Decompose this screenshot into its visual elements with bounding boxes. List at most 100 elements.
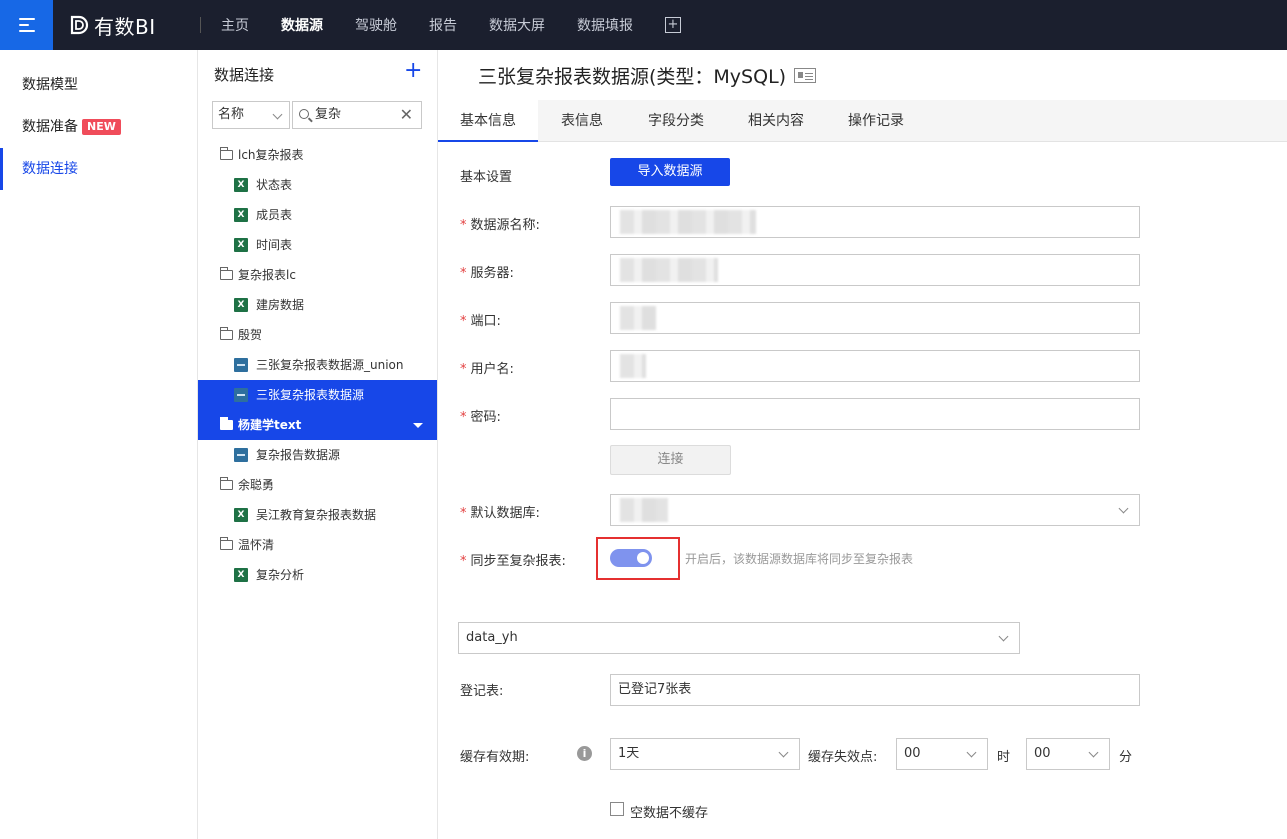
empty-cache-checkbox[interactable] bbox=[610, 802, 624, 816]
folder-icon bbox=[219, 327, 233, 340]
leftnav-data-connection[interactable]: 数据连接 bbox=[0, 148, 197, 190]
tree-item-selected[interactable]: 三张复杂报表数据源 bbox=[198, 380, 437, 410]
filter-select[interactable]: 名称 bbox=[212, 101, 290, 129]
minute-select[interactable]: 00 bbox=[1026, 738, 1110, 770]
tree-search-input[interactable]: 复杂 ✕ bbox=[292, 101, 422, 129]
tree-item[interactable]: X 吴江教育复杂报表数据 bbox=[198, 500, 437, 530]
nav-cockpit[interactable]: 驾驶舱 bbox=[355, 15, 397, 35]
default-db-select[interactable] bbox=[610, 494, 1140, 526]
logo[interactable]: 有数BI bbox=[68, 12, 156, 39]
tree-label: 成员表 bbox=[256, 208, 293, 222]
label-text: 数据源名称: bbox=[470, 218, 540, 233]
basic-settings-label: 基本设置 bbox=[460, 170, 513, 185]
tree-folder[interactable]: lch复杂报表 bbox=[198, 140, 437, 170]
excel-icon: X bbox=[234, 298, 248, 312]
tab-operation-log[interactable]: 操作记录 bbox=[826, 100, 926, 142]
redacted-text bbox=[620, 258, 718, 282]
tree-item[interactable]: X 建房数据 bbox=[198, 290, 437, 320]
label-text: 同步至复杂报表: bbox=[470, 554, 566, 569]
nav-home[interactable]: 主页 bbox=[221, 15, 249, 35]
redacted-text bbox=[620, 354, 646, 378]
clear-icon[interactable]: ✕ bbox=[400, 102, 413, 128]
chevron-down-icon bbox=[1088, 747, 1099, 758]
add-tab-icon[interactable]: + bbox=[665, 17, 681, 33]
label-text: 端口: bbox=[470, 314, 501, 329]
tree-folder[interactable]: 余聪勇 bbox=[198, 470, 437, 500]
tree-item[interactable]: X 成员表 bbox=[198, 200, 437, 230]
nav-datasource[interactable]: 数据源 bbox=[281, 15, 323, 35]
sync-toggle[interactable] bbox=[610, 549, 652, 567]
tree-folder[interactable]: 复杂报表lc bbox=[198, 260, 437, 290]
new-badge: NEW bbox=[82, 119, 121, 135]
leftnav-data-prep[interactable]: 数据准备 NEW bbox=[0, 106, 197, 148]
tree-label: 三张复杂报表数据源 bbox=[256, 388, 365, 402]
page-title: 三张复杂报表数据源(类型：MySQL) bbox=[478, 62, 817, 89]
cache-duration-select[interactable]: 1天 bbox=[610, 738, 800, 770]
port-input[interactable] bbox=[610, 302, 1140, 334]
nav-big-screen[interactable]: 数据大屏 bbox=[489, 15, 545, 35]
tree-label: 复杂分析 bbox=[256, 568, 305, 582]
tree-item[interactable]: X 复杂分析 bbox=[198, 560, 437, 590]
server-label: * 服务器: bbox=[460, 266, 514, 281]
folder-icon bbox=[219, 147, 233, 160]
toggle-knob bbox=[637, 552, 649, 564]
hour-value: 00 bbox=[904, 746, 921, 761]
logo-text: 有数BI bbox=[94, 14, 156, 39]
chevron-down-icon bbox=[966, 747, 977, 758]
filter-select-value: 名称 bbox=[218, 107, 245, 122]
chevron-down-icon bbox=[272, 109, 283, 120]
folder-open-icon bbox=[219, 417, 233, 430]
tree-folder-highlighted[interactable]: 杨建学text bbox=[198, 410, 437, 440]
label-text: 密码: bbox=[470, 410, 501, 425]
register-input[interactable]: 已登记7张表 bbox=[610, 674, 1140, 706]
leftnav-label: 数据准备 bbox=[22, 119, 78, 135]
tree-item[interactable]: 复杂报告数据源 bbox=[198, 440, 437, 470]
default-db-label: * 默认数据库: bbox=[460, 506, 540, 521]
connect-button[interactable]: 连接 bbox=[610, 445, 731, 475]
menu-button[interactable] bbox=[0, 0, 53, 50]
info-icon[interactable]: i bbox=[577, 746, 592, 761]
folder-icon bbox=[219, 477, 233, 490]
chevron-down-icon bbox=[998, 631, 1009, 642]
tree-folder[interactable]: 殷贺 bbox=[198, 320, 437, 350]
cache-label: 缓存有效期: bbox=[460, 750, 530, 765]
redacted-text bbox=[620, 498, 668, 522]
add-connection-icon[interactable]: + bbox=[404, 60, 422, 82]
sync-hint: 开启后，该数据源数据库将同步至复杂报表 bbox=[685, 552, 914, 566]
leftnav-data-model[interactable]: 数据模型 bbox=[0, 64, 197, 106]
tab-field-category[interactable]: 字段分类 bbox=[626, 100, 726, 142]
label-text: 用户名: bbox=[470, 362, 514, 377]
tree-list: lch复杂报表 X 状态表 X 成员表 X 时间表 复杂报表lc X 建房数据 殷贺 三… bbox=[198, 140, 437, 590]
main-panel: 三张复杂报表数据源(类型：MySQL) 基本信息 表信息 字段分类 相关内容 操… bbox=[438, 50, 1287, 839]
nav-data-fill[interactable]: 数据填报 bbox=[577, 15, 633, 35]
excel-icon: X bbox=[234, 568, 248, 582]
tree-folder[interactable]: 温怀清 bbox=[198, 530, 437, 560]
chevron-down-icon bbox=[778, 747, 789, 758]
tree-label: 杨建学text bbox=[238, 418, 302, 432]
tree-item[interactable]: X 时间表 bbox=[198, 230, 437, 260]
redacted-text bbox=[620, 306, 656, 330]
hour-select[interactable]: 00 bbox=[896, 738, 988, 770]
password-input[interactable] bbox=[610, 398, 1140, 430]
connection-tree-panel: 数据连接 + 名称 复杂 ✕ lch复杂报表 X 状态表 X 成员表 X 时间表 复杂… bbox=[198, 50, 438, 839]
folder-icon bbox=[219, 267, 233, 280]
schema-select[interactable]: data_yh bbox=[458, 622, 1020, 654]
caret-down-icon[interactable] bbox=[413, 423, 423, 428]
excel-icon: X bbox=[234, 238, 248, 252]
tree-item[interactable]: 三张复杂报表数据源_union bbox=[198, 350, 437, 380]
schema-select-value: data_yh bbox=[466, 630, 518, 645]
tab-basic-info[interactable]: 基本信息 bbox=[438, 100, 538, 142]
import-datasource-button[interactable]: 导入数据源 bbox=[610, 158, 730, 186]
empty-cache-label: 空数据不缓存 bbox=[630, 806, 709, 821]
nav-report[interactable]: 报告 bbox=[429, 15, 457, 35]
tab-related-content[interactable]: 相关内容 bbox=[726, 100, 826, 142]
id-card-icon[interactable] bbox=[794, 68, 817, 83]
chevron-down-icon bbox=[1118, 503, 1129, 514]
username-input[interactable] bbox=[610, 350, 1140, 382]
mysql-icon bbox=[234, 388, 248, 402]
excel-icon: X bbox=[234, 208, 248, 222]
mysql-icon bbox=[234, 448, 248, 462]
tab-table-info[interactable]: 表信息 bbox=[538, 100, 626, 142]
tree-item[interactable]: X 状态表 bbox=[198, 170, 437, 200]
hour-unit: 时 bbox=[997, 750, 1011, 765]
